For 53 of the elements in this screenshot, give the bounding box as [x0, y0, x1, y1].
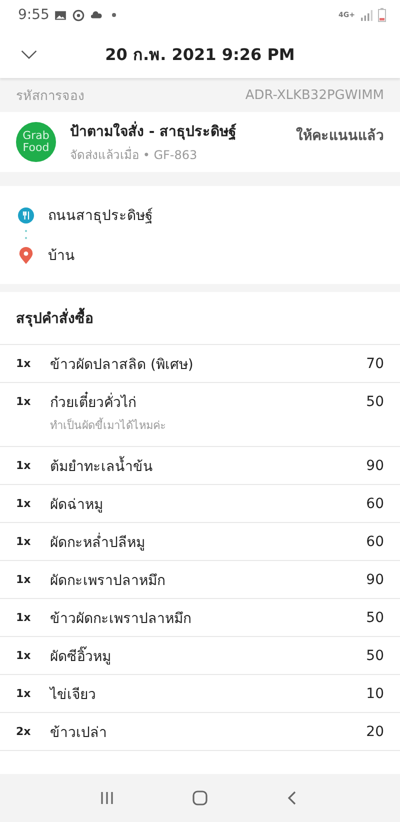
item-name: ไข่เจียว — [50, 686, 97, 704]
item-name: ผัดฉ่าหมู — [50, 496, 104, 514]
header-title: 20 ก.พ. 2021 9:26 PM — [105, 44, 295, 66]
collapse-chevron-icon[interactable] — [20, 48, 38, 60]
recent-apps-icon[interactable] — [98, 790, 115, 806]
order-summary-title: สรุปคำสั่งซื้อ — [0, 292, 400, 345]
signal-icon — [360, 8, 373, 22]
item-quantity: 2x — [16, 725, 32, 738]
restaurant-name: ป้าตามใจสั่ง - สาธุประดิษฐ์ — [70, 120, 282, 142]
cloud-icon — [90, 8, 104, 22]
item-price: 50 — [366, 394, 384, 410]
item-name: ข้าวผัดปลาสลิด (พิเศษ) — [50, 356, 194, 374]
item-quantity: 1x — [16, 357, 32, 370]
status-time: 9:55 — [18, 7, 50, 23]
address-label: บ้าน — [48, 247, 75, 266]
item-name: ข้าวเปล่า — [50, 724, 108, 742]
item-name: ผัดกะหล่ำปลีหมู — [50, 532, 146, 552]
rating-status: ให้คะแนนแล้ว — [296, 126, 384, 146]
item-price: 90 — [366, 458, 384, 474]
delivery-info: จัดส่งแล้วเมื่อ • GF-863 — [70, 146, 198, 164]
item-name: ข้าวผัดกะเพราปลาหมึก — [50, 610, 192, 628]
item-name: ต้มยำทะเลน้ำข้น — [50, 454, 366, 476]
item-name: ก๋วยเตี๋ยวคั่วไก่ — [50, 390, 366, 412]
item-price: 50 — [366, 610, 384, 626]
restaurant-pin-icon — [18, 206, 34, 224]
item-quantity: 1x — [16, 535, 32, 548]
item-price: 70 — [366, 356, 384, 372]
location-pin-icon — [18, 246, 34, 264]
item-price: 50 — [366, 648, 384, 664]
item-price: 20 — [366, 724, 384, 740]
item-quantity: 1x — [16, 395, 32, 408]
booking-label: รหัสการจอง — [16, 88, 84, 106]
gallery-icon — [54, 8, 68, 22]
home-icon[interactable] — [192, 790, 208, 806]
item-note: ทำเป็นผัดขี้เมาได้ไหมค่ะ — [50, 416, 167, 434]
booking-code: ADR-XLKB32PGWIMM — [245, 88, 384, 102]
item-quantity: 1x — [16, 497, 32, 510]
item-quantity: 1x — [16, 687, 32, 700]
address-label: ถนนสาธุประดิษฐ์ — [48, 206, 153, 226]
item-quantity: 1x — [16, 649, 32, 662]
item-quantity: 1x — [16, 611, 32, 624]
battery-icon — [378, 8, 386, 22]
item-price: 60 — [366, 534, 384, 550]
item-price: 90 — [366, 572, 384, 588]
item-price: 10 — [366, 686, 384, 702]
item-quantity: 1x — [16, 573, 32, 586]
item-name: ผัดกะเพราปลาหมึก — [50, 572, 166, 590]
item-quantity: 1x — [16, 459, 32, 472]
item-name: ผัดซีอิ๊วหมู — [50, 644, 366, 666]
food-logo: Grab Food — [16, 122, 56, 162]
app-notification-icon — [72, 8, 86, 22]
dot-icon — [112, 13, 116, 17]
item-price: 60 — [366, 496, 384, 512]
